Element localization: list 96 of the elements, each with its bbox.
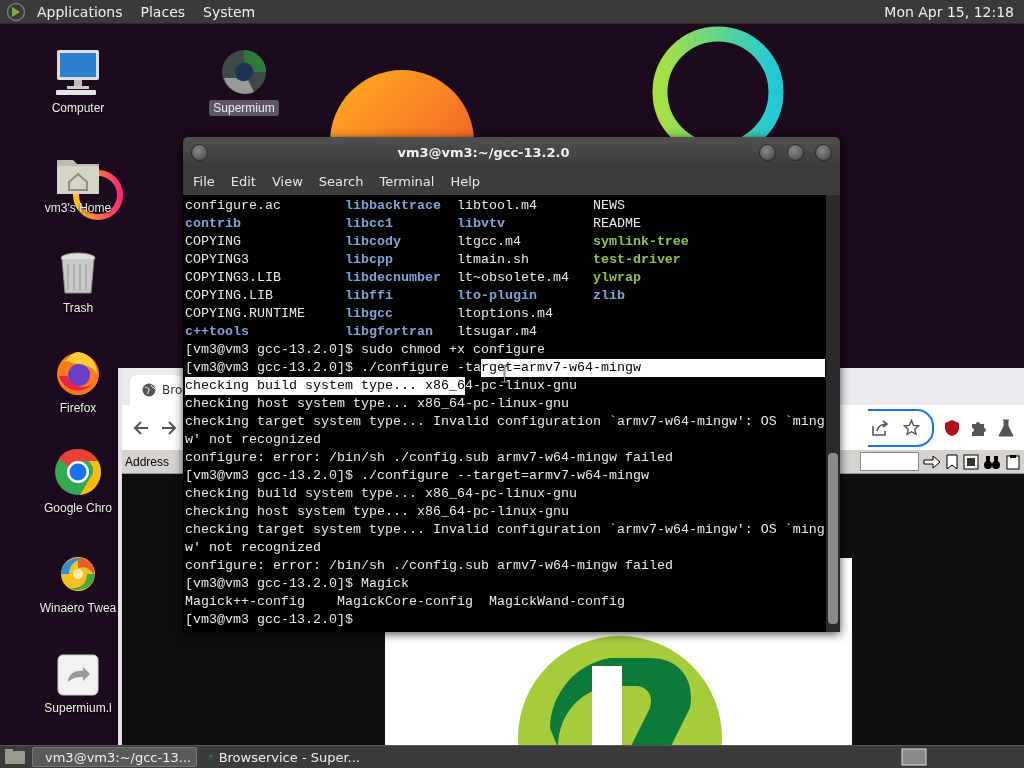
file-name: NEWS xyxy=(592,198,625,213)
file-name: README xyxy=(592,216,641,231)
directory-name: c++tools xyxy=(185,324,249,339)
terminal-text: [vm3@vm3 gcc-13.2.0]$ xyxy=(185,611,353,629)
terminal-text: checking target system type... Invalid configuration `armv7-w64-mingw': OS `ming xyxy=(185,413,825,431)
file-name: COPYING.RUNTIME xyxy=(185,306,305,321)
chrome-icon xyxy=(54,448,102,496)
file-name: ylwrap xyxy=(592,270,641,285)
globe-icon xyxy=(220,48,268,96)
terminal-text: checking target system type... Invalid configuration `armv7-w64-mingw': OS `ming xyxy=(185,521,825,539)
file-name: symlink-tree xyxy=(592,234,689,249)
back-arrow-icon[interactable] xyxy=(132,418,150,437)
terminal-text: [vm3@vm3 gcc-13.2.0]$ ./configure -ta xyxy=(185,359,481,377)
menu-item[interactable]: File xyxy=(185,171,223,192)
terminal-text: checking host system type... x86_64-pc-linux-gnu xyxy=(185,395,569,413)
file-name: ltgcc.m4 xyxy=(456,234,521,249)
desktop-icon-label[interactable]: Winaero Twea xyxy=(35,600,121,616)
terminal-text: w' not recognized xyxy=(185,431,321,449)
directory-name: libffi xyxy=(344,288,393,303)
taskbar-button[interactable]: Browservice - Super... xyxy=(201,747,366,767)
selected-text: checking build system type... x86_6 xyxy=(185,377,465,395)
flask-icon[interactable] xyxy=(998,418,1014,437)
star-icon[interactable] xyxy=(903,419,920,436)
globe-icon xyxy=(142,383,156,397)
clipboard-icon[interactable] xyxy=(1005,453,1021,470)
close-button[interactable] xyxy=(815,144,832,161)
terminal-text: w' not recognized xyxy=(185,539,321,557)
address-label: Address xyxy=(125,454,170,469)
directory-name: libgcc xyxy=(344,306,393,321)
desktop-icon-label[interactable]: Google Chro xyxy=(39,500,116,516)
file-name: COPYING3.LIB xyxy=(185,270,281,285)
terminal-text: [vm3@vm3 gcc-13.2.0]$ sudo chmod +x configure xyxy=(185,341,545,359)
directory-name: libgfortran xyxy=(344,324,433,339)
file-name: ltoptions.m4 xyxy=(456,306,553,321)
forward-arrow-icon[interactable] xyxy=(160,418,178,437)
terminal-text: [vm3@vm3 gcc-13.2.0]$ ./configure --target=armv7-w64-mingw xyxy=(185,467,649,485)
terminal-text: checking host system type... x86_64-pc-linux-gnu xyxy=(185,503,569,521)
terminal-text: 4-pc-linux-gnu xyxy=(464,377,577,395)
directory-name: lto-plugin xyxy=(456,288,537,303)
file-name: COPYING xyxy=(185,234,241,249)
window-menu-button[interactable] xyxy=(191,144,208,161)
desktop-icon-label[interactable]: Firefox xyxy=(55,400,101,416)
firefox-icon xyxy=(55,350,101,396)
panel-menu[interactable]: System xyxy=(196,1,263,22)
menu-item[interactable]: Search xyxy=(310,171,372,192)
directory-name: libvtv xyxy=(456,216,505,231)
maximize-button[interactable] xyxy=(787,144,804,161)
file-name: test-driver xyxy=(592,252,681,267)
omnibox[interactable] xyxy=(868,408,934,447)
desktop-icon-label[interactable]: Trash xyxy=(58,300,98,316)
page-icon[interactable] xyxy=(963,453,979,470)
directory-name: libdecnumber xyxy=(344,270,441,285)
directory-name: libcody xyxy=(344,234,401,249)
menu-logo-icon[interactable] xyxy=(6,1,26,22)
directory-name: zlib xyxy=(592,288,625,303)
bookmark-icon[interactable] xyxy=(945,453,959,470)
workspace-icon[interactable] xyxy=(900,747,928,767)
share-icon[interactable] xyxy=(871,419,889,436)
file-name: COPYING.LIB xyxy=(185,288,273,303)
terminal-text: checking build system type... x86_64-pc-linux-gnu xyxy=(185,485,577,503)
terminal-text: configure: error: /bin/sh ./config.sub armv7-w64-mingw failed xyxy=(185,449,673,467)
trash-icon xyxy=(59,252,97,296)
menu-item[interactable]: Help xyxy=(442,171,489,192)
menu-item[interactable]: Terminal xyxy=(371,171,443,192)
shortcut-icon xyxy=(57,654,99,696)
desktop-icon-label[interactable]: Computer xyxy=(47,100,109,116)
file-name: ltsugar.m4 xyxy=(456,324,537,339)
file-name: configure.ac xyxy=(185,198,281,213)
address-field[interactable] xyxy=(860,452,919,471)
menu-item[interactable]: Edit xyxy=(222,171,264,192)
menu-item[interactable]: View xyxy=(263,171,311,192)
file-name: ltmain.sh xyxy=(456,252,529,267)
terminal-text: configure: error: /bin/sh ./config.sub armv7-w64-mingw failed xyxy=(185,557,673,575)
desktop-icon-label[interactable]: Supermium.l xyxy=(40,700,116,716)
scrollbar[interactable] xyxy=(826,195,840,632)
file-name: libtool.m4 xyxy=(456,198,537,213)
file-name: lt~obsolete.m4 xyxy=(456,270,569,285)
binoculars-icon[interactable] xyxy=(983,453,1001,470)
directory-name: libbacktrace xyxy=(344,198,441,213)
file-name: COPYING3 xyxy=(185,252,249,267)
minimize-button[interactable] xyxy=(759,144,776,161)
directory-name: libcc1 xyxy=(344,216,393,231)
clock[interactable]: Mon Apr 15, 12:18 xyxy=(884,3,1018,20)
desktop-icon-label[interactable]: Supermium xyxy=(209,100,279,116)
go-arrow-icon[interactable] xyxy=(923,454,941,469)
show-desktop-icon[interactable] xyxy=(2,748,28,766)
browser-tab[interactable]: Bro xyxy=(130,375,183,405)
shield-icon[interactable] xyxy=(944,418,960,437)
terminal-text: Magick++-config MagickCore-config MagickWand-config xyxy=(185,593,625,611)
window-title: vm3@vm3:~/gcc-13.2.0 xyxy=(397,145,570,160)
directory-name: libcpp xyxy=(344,252,393,267)
taskbar-button[interactable]: vm3@vm3:~/gcc-13... xyxy=(32,747,197,767)
directory-name: contrib xyxy=(185,216,241,231)
panel-menu[interactable]: Applications xyxy=(30,1,130,22)
terminal-text: [vm3@vm3 gcc-13.2.0]$ Magick xyxy=(185,575,409,593)
panel-menu[interactable]: Places xyxy=(133,1,193,22)
